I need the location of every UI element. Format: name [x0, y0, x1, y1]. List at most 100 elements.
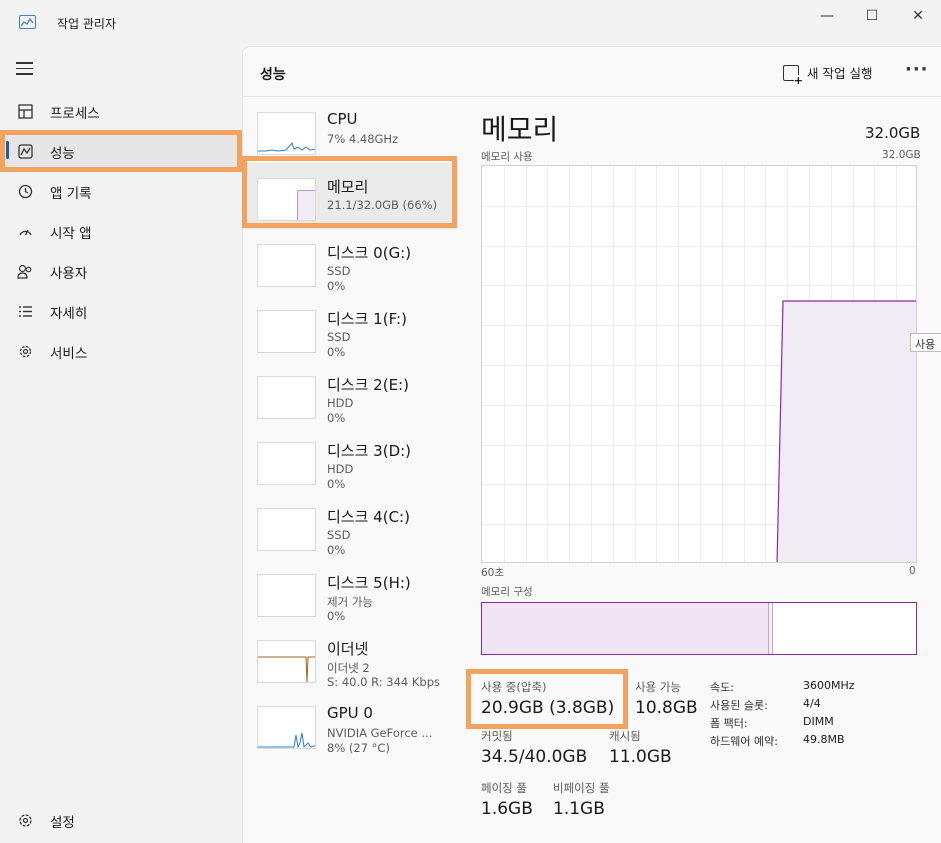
- memory-composition-label: 메모리 구성: [481, 586, 533, 598]
- device-sub: 7% 4.48GHz: [327, 132, 399, 146]
- sidebar-item-startup-apps[interactable]: 시작 앱: [4, 212, 238, 248]
- spec-form-factor-key: 폼 팩터:: [710, 717, 748, 730]
- services-icon: [17, 343, 33, 359]
- spec-slots-value: 4/4: [803, 697, 821, 710]
- sidebar-item-label: 시작 앱: [50, 226, 92, 242]
- device-sub: SSD: [327, 528, 351, 542]
- hamburger-menu-icon[interactable]: [16, 62, 34, 76]
- graph-x-right-label: 0: [909, 565, 916, 577]
- ethernet-thumbnail-graph: [257, 640, 316, 683]
- committed-value: 34.5/40.0GB: [481, 747, 588, 767]
- run-new-task-label: 새 작업 실행: [807, 66, 873, 81]
- cached-label: 캐시됨: [609, 729, 641, 743]
- spec-speed-value: 3600MHz: [803, 679, 855, 692]
- device-item-cpu[interactable]: CPU 7% 4.48GHz: [243, 97, 457, 163]
- run-new-task-button[interactable]: 새 작업 실행: [783, 63, 873, 86]
- title-bar: 작업 관리자 — ☐ ✕: [0, 0, 941, 46]
- disk-thumbnail-graph: [257, 310, 316, 353]
- device-sub: HDD: [327, 462, 354, 476]
- memory-usage-area: [777, 301, 916, 562]
- sidebar-item-label: 사용자: [50, 266, 88, 282]
- paged-pool-label: 페이징 풀: [481, 781, 527, 795]
- committed-label: 커밋됨: [481, 729, 513, 743]
- device-name: 디스크 4(C:): [327, 508, 410, 526]
- device-item-disk-5[interactable]: 디스크 5(H:) 제거 가능 0%: [243, 559, 457, 625]
- cpu-thumbnail-graph: [257, 112, 316, 155]
- disk-thumbnail-graph: [257, 442, 316, 485]
- gpu-thumbnail-graph: [257, 706, 316, 749]
- settings-icon: [17, 812, 33, 828]
- device-sub: HDD: [327, 396, 354, 410]
- composition-modified: [769, 603, 773, 654]
- device-item-disk-0[interactable]: 디스크 0(G:) SSD 0%: [243, 229, 457, 295]
- task-manager-app-icon: [19, 15, 36, 29]
- spec-speed-key: 속도:: [710, 681, 734, 694]
- device-sub: 이더넷 2: [327, 661, 370, 675]
- device-sub: SSD: [327, 264, 351, 278]
- sidebar-item-app-history[interactable]: 앱 기록: [4, 172, 238, 208]
- spec-form-factor-value: DIMM: [803, 715, 834, 728]
- maximize-button[interactable]: ☐: [849, 0, 895, 32]
- device-item-disk-1[interactable]: 디스크 1(F:) SSD 0%: [243, 295, 457, 361]
- spec-hw-reserved-key: 하드웨어 예약:: [710, 735, 778, 748]
- device-sub-value: 0%: [327, 279, 346, 293]
- memory-composition-bar: [481, 602, 917, 655]
- more-options-button[interactable]: ···: [905, 59, 929, 80]
- users-icon: [17, 263, 33, 279]
- sidebar-item-label: 설정: [50, 815, 75, 831]
- nonpaged-pool-value: 1.1GB: [553, 799, 605, 819]
- device-item-disk-3[interactable]: 디스크 3(D:) HDD 0%: [243, 427, 457, 493]
- nonpaged-pool-label: 비페이징 풀: [553, 781, 610, 795]
- page-title: 성능: [260, 67, 286, 83]
- details-icon: [17, 303, 33, 319]
- device-name: 디스크 3(D:): [327, 442, 412, 460]
- device-name: 디스크 2(E:): [327, 376, 409, 394]
- detail-total: 32.0GB: [865, 124, 921, 142]
- sidebar-item-label: 프로세스: [50, 106, 100, 122]
- device-name: 이더넷: [327, 640, 369, 658]
- spec-slots-key: 사용된 슬롯:: [710, 699, 768, 712]
- device-name: 디스크 0(G:): [327, 244, 412, 262]
- minimize-button[interactable]: —: [804, 0, 850, 32]
- app-history-icon: [17, 183, 33, 199]
- highlight-box-performance: [0, 130, 242, 172]
- usage-graph-max: 32.0GB: [882, 149, 921, 161]
- disk-thumbnail-graph: [257, 244, 316, 287]
- disk-thumbnail-graph: [257, 376, 316, 419]
- device-sub: SSD: [327, 330, 351, 344]
- close-button[interactable]: ✕: [895, 0, 941, 32]
- available-label: 사용 가능: [635, 680, 681, 694]
- device-sub-value: 0%: [327, 411, 346, 425]
- highlight-box-in-use: [466, 669, 628, 729]
- sidebar-item-users[interactable]: 사용자: [4, 252, 238, 288]
- memory-usage-graph: [481, 165, 917, 563]
- device-sub-value: 0%: [327, 543, 346, 557]
- spec-hw-reserved-value: 49.8MB: [803, 733, 845, 746]
- device-sub-value: 8% (27 °C): [327, 741, 390, 755]
- device-sub: NVIDIA GeForce ...: [327, 726, 433, 740]
- sidebar-item-label: 앱 기록: [50, 186, 92, 202]
- paged-pool-value: 1.6GB: [481, 799, 533, 819]
- device-name: CPU: [327, 110, 358, 128]
- sidebar-item-processes[interactable]: 프로세스: [4, 92, 238, 128]
- highlight-box-memory: [242, 156, 457, 228]
- sidebar-item-settings[interactable]: 설정: [4, 801, 238, 837]
- sidebar-item-label: 서비스: [50, 346, 88, 362]
- device-item-ethernet[interactable]: 이더넷 이더넷 2 S: 40.0 R: 344 Kbps: [243, 625, 457, 691]
- device-sub-value: 0%: [327, 345, 346, 359]
- available-value: 10.8GB: [635, 698, 698, 718]
- main-header: 성능 새 작업 실행 ···: [243, 47, 941, 97]
- cached-value: 11.0GB: [609, 747, 672, 767]
- sidebar-item-services[interactable]: 서비스: [4, 332, 238, 368]
- device-item-disk-4[interactable]: 디스크 4(C:) SSD 0%: [243, 493, 457, 559]
- composition-in-use: [482, 603, 769, 654]
- graph-x-left-label: 60초: [481, 567, 505, 579]
- device-item-disk-2[interactable]: 디스크 2(E:) HDD 0%: [243, 361, 457, 427]
- window-title: 작업 관리자: [57, 17, 117, 31]
- startup-apps-icon: [17, 223, 33, 239]
- device-name: GPU 0: [327, 704, 373, 722]
- processes-icon: [17, 103, 33, 119]
- device-name: 디스크 1(F:): [327, 310, 407, 328]
- device-item-gpu-0[interactable]: GPU 0 NVIDIA GeForce ... 8% (27 °C): [243, 691, 457, 757]
- sidebar-item-details[interactable]: 자세히: [4, 292, 238, 328]
